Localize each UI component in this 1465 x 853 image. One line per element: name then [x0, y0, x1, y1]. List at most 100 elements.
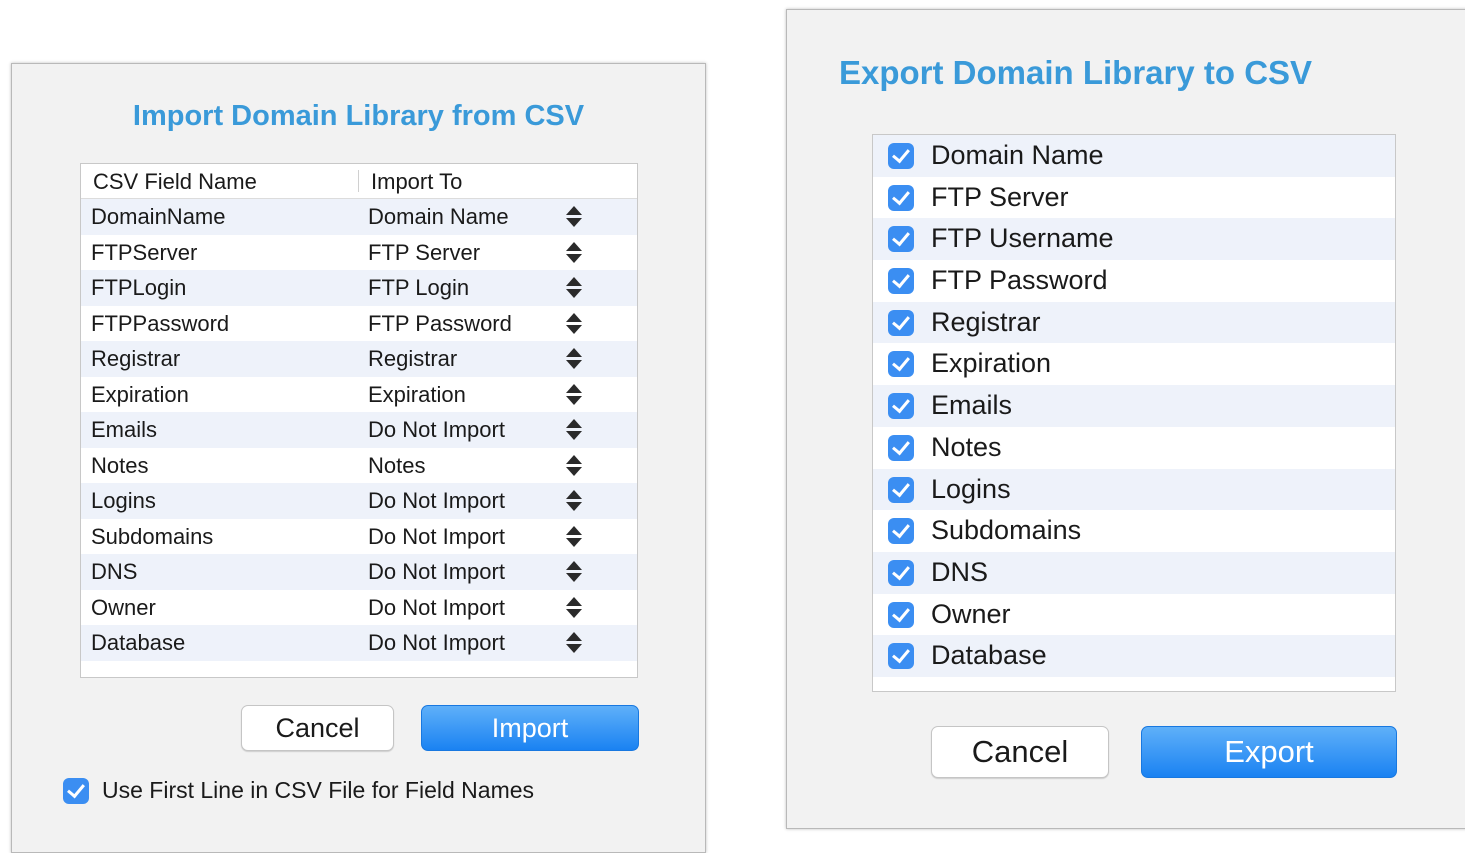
- csv-field-name-cell: Subdomains: [91, 523, 214, 549]
- up-down-stepper-icon[interactable]: [565, 525, 583, 548]
- column-header-csv-field-name[interactable]: CSV Field Name: [93, 169, 257, 195]
- export-field-list: Domain Name FTP Server FTP Username FTP Pas…: [872, 134, 1396, 692]
- list-item[interactable]: Domain Name: [873, 135, 1395, 177]
- list-item[interactable]: Notes: [873, 427, 1395, 469]
- csv-field-name-cell: Logins: [91, 488, 156, 513]
- import-to-popup[interactable]: Do Not Import: [368, 595, 505, 621]
- table-row[interactable]: Notes Notes: [81, 448, 637, 484]
- up-down-stepper-icon[interactable]: [565, 561, 583, 583]
- field-label[interactable]: FTP Username: [931, 223, 1114, 254]
- table-row[interactable]: FTPLogin FTP Login: [81, 270, 637, 306]
- import-to-popup[interactable]: Do Not Import: [368, 630, 505, 656]
- field-checkbox[interactable]: [888, 476, 914, 503]
- list-item[interactable]: DNS: [873, 551, 1395, 594]
- import-to-popup[interactable]: FTP Server: [368, 240, 480, 266]
- csv-field-name-cell: Registrar: [91, 346, 181, 371]
- up-down-stepper-icon[interactable]: [565, 454, 583, 477]
- field-label[interactable]: DNS: [931, 557, 988, 588]
- field-checkbox[interactable]: [888, 518, 914, 545]
- column-header-import-to[interactable]: Import To: [371, 169, 462, 195]
- cancel-button[interactable]: Cancel: [931, 726, 1109, 778]
- up-down-stepper-icon[interactable]: [565, 348, 583, 370]
- up-down-stepper-icon[interactable]: [565, 596, 583, 619]
- field-checkbox[interactable]: [888, 601, 914, 628]
- import-to-popup[interactable]: Do Not Import: [368, 559, 505, 585]
- field-label[interactable]: FTP Password: [931, 265, 1108, 296]
- up-down-stepper-icon[interactable]: [565, 206, 583, 228]
- export-dialog: Export Domain Library to CSV Domain Name…: [786, 9, 1465, 829]
- list-item[interactable]: Expiration: [873, 343, 1395, 385]
- list-item[interactable]: Logins: [873, 468, 1395, 511]
- use-first-line-label[interactable]: Use First Line in CSV File for Field Nam…: [102, 777, 534, 804]
- list-item[interactable]: FTP Server: [873, 177, 1395, 219]
- field-label[interactable]: Subdomains: [931, 515, 1081, 546]
- import-to-popup[interactable]: Do Not Import: [368, 524, 505, 550]
- up-down-stepper-icon[interactable]: [565, 241, 583, 264]
- up-down-stepper-icon[interactable]: [565, 419, 583, 441]
- table-row[interactable]: Subdomains Do Not Import: [81, 519, 637, 555]
- field-checkbox[interactable]: [888, 184, 914, 211]
- field-label[interactable]: Expiration: [931, 348, 1051, 379]
- table-row[interactable]: Emails Do Not Import: [81, 412, 637, 448]
- field-checkbox[interactable]: [888, 643, 914, 670]
- field-checkbox[interactable]: [888, 559, 914, 586]
- table-row[interactable]: FTPServer FTP Server: [81, 235, 637, 271]
- field-checkbox[interactable]: [888, 351, 914, 378]
- csv-field-name-cell: Database: [91, 630, 186, 655]
- field-checkbox[interactable]: [888, 309, 914, 336]
- up-down-stepper-icon[interactable]: [565, 383, 583, 406]
- import-to-popup[interactable]: Notes: [368, 453, 425, 479]
- field-label[interactable]: FTP Server: [931, 182, 1069, 213]
- field-label[interactable]: Emails: [931, 390, 1012, 421]
- table-row[interactable]: Database Do Not Import: [81, 625, 637, 661]
- cancel-button[interactable]: Cancel: [241, 705, 394, 751]
- table-row[interactable]: DomainName Domain Name: [81, 199, 637, 235]
- import-to-popup[interactable]: Do Not Import: [368, 417, 505, 443]
- csv-field-name-cell: Expiration: [91, 381, 189, 407]
- import-to-popup[interactable]: FTP Password: [368, 311, 512, 337]
- import-to-popup[interactable]: Expiration: [368, 382, 466, 408]
- list-item[interactable]: FTP Username: [873, 218, 1395, 261]
- import-dialog: Import Domain Library from CSV CSV Field…: [11, 63, 706, 853]
- field-checkbox[interactable]: [888, 143, 914, 169]
- list-item[interactable]: Registrar: [873, 301, 1395, 344]
- csv-field-name-cell: DomainName: [91, 204, 226, 229]
- field-label[interactable]: Database: [931, 640, 1047, 671]
- use-first-line-option[interactable]: Use First Line in CSV File for Field Nam…: [63, 775, 623, 805]
- import-to-popup[interactable]: Domain Name: [368, 204, 509, 230]
- table-row[interactable]: Owner Do Not Import: [81, 590, 637, 626]
- list-item[interactable]: Emails: [873, 385, 1395, 427]
- import-button[interactable]: Import: [421, 705, 639, 751]
- export-button[interactable]: Export: [1141, 726, 1397, 778]
- table-row[interactable]: Registrar Registrar: [81, 341, 637, 377]
- field-label[interactable]: Domain Name: [931, 140, 1104, 171]
- use-first-line-checkbox[interactable]: [63, 778, 89, 804]
- field-checkbox[interactable]: [888, 393, 914, 420]
- field-checkbox[interactable]: [888, 268, 914, 295]
- export-rows: Domain Name FTP Server FTP Username FTP Pas…: [873, 135, 1395, 677]
- field-label[interactable]: Registrar: [931, 307, 1041, 338]
- up-down-stepper-icon[interactable]: [565, 632, 583, 654]
- import-to-popup[interactable]: Registrar: [368, 346, 457, 372]
- csv-field-name-cell: Emails: [91, 417, 158, 442]
- field-checkbox[interactable]: [888, 226, 914, 253]
- import-to-popup[interactable]: Do Not Import: [368, 488, 505, 514]
- up-down-stepper-icon[interactable]: [565, 277, 583, 299]
- table-row[interactable]: DNS Do Not Import: [81, 554, 637, 590]
- field-label[interactable]: Notes: [931, 432, 1002, 463]
- table-row[interactable]: FTPPassword FTP Password: [81, 306, 637, 342]
- field-checkbox[interactable]: [888, 434, 914, 461]
- table-row[interactable]: Expiration Expiration: [81, 377, 637, 413]
- up-down-stepper-icon[interactable]: [565, 312, 583, 335]
- table-row[interactable]: Logins Do Not Import: [81, 483, 637, 519]
- list-item[interactable]: Database: [873, 635, 1395, 677]
- up-down-stepper-icon[interactable]: [565, 490, 583, 512]
- list-item[interactable]: Owner: [873, 594, 1395, 636]
- export-dialog-title: Export Domain Library to CSV: [839, 54, 1313, 91]
- list-item[interactable]: Subdomains: [873, 510, 1395, 552]
- field-label[interactable]: Owner: [931, 599, 1011, 630]
- import-rows: DomainName Domain Name FTPServer FTP Server…: [81, 199, 637, 661]
- list-item[interactable]: FTP Password: [873, 260, 1395, 302]
- field-label[interactable]: Logins: [931, 474, 1011, 505]
- import-to-popup[interactable]: FTP Login: [368, 275, 469, 301]
